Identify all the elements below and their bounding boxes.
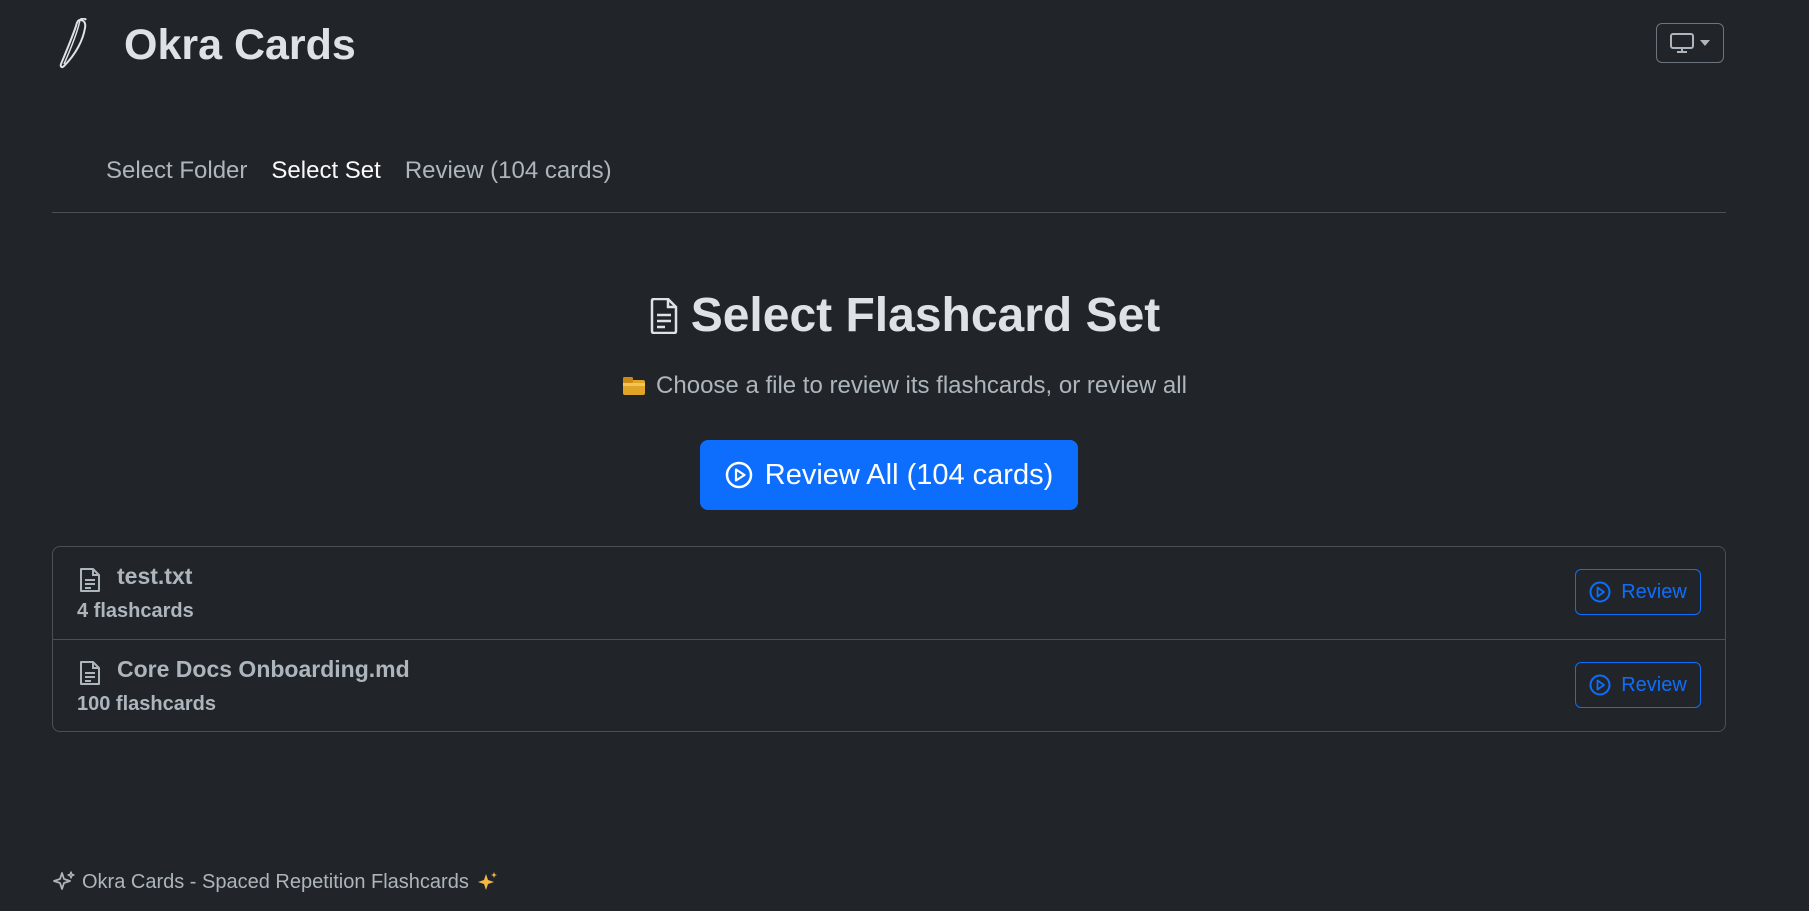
- review-button-label: Review: [1621, 580, 1687, 603]
- play-circle-icon: [1589, 581, 1611, 603]
- file-text-icon: [650, 298, 677, 334]
- page-heading: Select Flashcard Set: [0, 286, 1809, 346]
- flashcard-count: 100 flashcards: [77, 693, 216, 715]
- page: Okra Cards Select Folder Select Set Revi…: [0, 0, 1809, 911]
- file-text-icon: [80, 568, 100, 592]
- review-all-button[interactable]: Review All (104 cards): [700, 440, 1078, 510]
- step-navigation: Select Folder Select Set Review (104 car…: [106, 152, 612, 190]
- file-text-icon: [80, 661, 100, 685]
- page-subtitle: Choose a file to review its flashcards, …: [0, 368, 1809, 404]
- review-button-label: Review: [1621, 673, 1687, 696]
- flashcard-set-list: test.txt 4 flashcards Review Core Docs O…: [52, 546, 1726, 732]
- okra-icon: [59, 18, 87, 69]
- list-item: test.txt 4 flashcards Review: [53, 547, 1725, 639]
- page-title: Select Flashcard Set: [690, 289, 1161, 342]
- play-circle-icon: [1589, 674, 1611, 696]
- play-circle-icon: [725, 461, 752, 489]
- theme-toggle-button[interactable]: [1656, 23, 1724, 63]
- list-item: Core Docs Onboarding.md 100 flashcards R…: [53, 639, 1725, 731]
- sparkles-outline-icon: [53, 871, 75, 890]
- footer: Okra Cards - Spaced Repetition Flashcard…: [52, 870, 499, 894]
- flashcard-count: 4 flashcards: [77, 600, 194, 622]
- subtitle-text: Choose a file to review its flashcards, …: [656, 372, 1187, 399]
- footer-text: Okra Cards - Spaced Repetition Flashcard…: [82, 870, 469, 893]
- review-button[interactable]: Review: [1575, 662, 1701, 708]
- sparkles-icon: [477, 872, 497, 890]
- review-all-label: Review All (104 cards): [764, 458, 1054, 491]
- monitor-icon: [1670, 33, 1694, 53]
- step-select-set[interactable]: Select Set: [271, 152, 380, 190]
- file-name: Core Docs Onboarding.md: [117, 656, 410, 682]
- caret-down-icon: [1700, 40, 1710, 46]
- step-select-folder[interactable]: Select Folder: [106, 152, 247, 190]
- card-index-dividers-icon: [623, 377, 646, 395]
- nav-divider: [52, 212, 1726, 213]
- app-title: Okra Cards: [124, 21, 356, 69]
- file-name: test.txt: [117, 563, 193, 589]
- review-button[interactable]: Review: [1575, 569, 1701, 615]
- step-review[interactable]: Review (104 cards): [405, 152, 612, 190]
